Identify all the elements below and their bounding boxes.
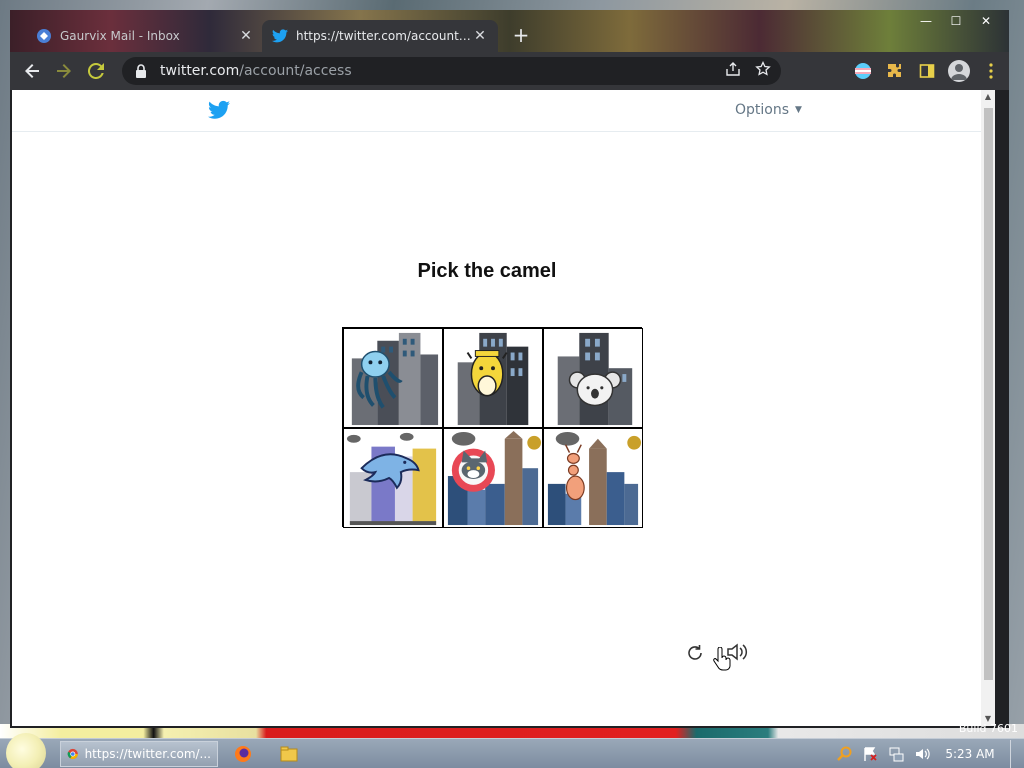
tab-close-icon[interactable]: ✕ — [472, 28, 488, 44]
forward-arrow-icon — [57, 64, 71, 78]
captcha-tile-koala[interactable] — [543, 328, 643, 428]
tab-strip: Gaurvix Mail - Inbox ✕ https://twitter.c… — [10, 10, 1009, 52]
bookmark-star-icon[interactable] — [755, 61, 771, 77]
koala-city-image — [557, 332, 633, 426]
network-icon[interactable] — [888, 746, 904, 762]
tab-close-icon[interactable]: ✕ — [238, 28, 254, 44]
hand-cursor-icon — [713, 647, 731, 671]
captcha-tile-ant[interactable] — [543, 428, 643, 528]
profile-flag-button[interactable] — [851, 56, 875, 86]
captcha-tile-octopus[interactable] — [343, 328, 443, 428]
reload-icon — [88, 63, 104, 79]
url-host: twitter.com — [160, 63, 240, 79]
captcha-tile-dolphin[interactable] — [343, 428, 443, 528]
menu-button[interactable] — [979, 56, 1003, 86]
clock[interactable]: 5:23 AM — [940, 747, 1000, 761]
tab-mail[interactable]: Gaurvix Mail - Inbox ✕ — [26, 20, 264, 52]
refresh-challenge-icon[interactable] — [685, 643, 705, 663]
taskbar-chrome-label: https://twitter.com/... — [84, 747, 211, 761]
tab-twitter[interactable]: https://twitter.com/account/access ✕ — [262, 20, 498, 52]
web-page: Options ▼ Pick the camel ▲ ▼ — [12, 90, 995, 726]
scrollbar-thumb[interactable] — [984, 108, 993, 680]
camel-city-image — [457, 332, 529, 426]
side-panel-icon — [919, 64, 935, 78]
options-label: Options — [735, 102, 790, 118]
twitter-logo-icon[interactable] — [208, 100, 230, 120]
show-desktop-button[interactable] — [1010, 740, 1016, 768]
back-button[interactable] — [16, 56, 48, 86]
extensions-button[interactable] — [883, 56, 907, 86]
kebab-menu-icon — [989, 63, 993, 79]
mail-favicon-icon — [36, 28, 52, 44]
lock-icon — [136, 64, 146, 78]
browser-window: Gaurvix Mail - Inbox ✕ https://twitter.c… — [10, 10, 1009, 728]
puzzle-icon — [888, 64, 901, 77]
profile-button[interactable] — [947, 56, 971, 86]
address-bar[interactable]: twitter.com/account/access — [122, 57, 781, 85]
volume-icon[interactable] — [914, 746, 930, 762]
share-icon[interactable] — [725, 61, 741, 77]
forward-button[interactable] — [48, 56, 80, 86]
new-tab-button[interactable]: + — [510, 24, 532, 46]
start-button[interactable] — [6, 733, 46, 768]
dolphin-city-image — [346, 432, 437, 526]
windows-build-label: Build 7601 — [958, 722, 1018, 735]
close-window-button[interactable]: ✕ — [971, 12, 1001, 30]
octopus-city-image — [351, 332, 439, 426]
caret-down-icon: ▼ — [795, 105, 802, 115]
minimize-button[interactable]: — — [911, 12, 941, 30]
action-center-flag-icon[interactable] — [862, 746, 878, 762]
firefox-icon[interactable] — [234, 745, 252, 763]
challenge-title: Pick the camel — [417, 260, 557, 282]
side-panel-button[interactable] — [915, 56, 939, 86]
ant-city-image — [547, 431, 642, 526]
taskbar: https://twitter.com/... 5:23 AM — [0, 733, 1024, 768]
maximize-button[interactable]: ☐ — [941, 12, 971, 30]
chrome-icon — [67, 748, 78, 760]
taskbar-chrome-button[interactable]: https://twitter.com/... — [60, 741, 218, 767]
page-header: Options ▼ — [12, 90, 995, 132]
tab-title: https://twitter.com/account/access — [296, 29, 472, 43]
captcha-tile-camel[interactable] — [443, 328, 543, 428]
tab-title: Gaurvix Mail - Inbox — [60, 29, 180, 43]
window-controls: — ☐ ✕ — [911, 12, 1001, 30]
avatar-icon — [948, 60, 970, 82]
system-tray: 5:23 AM — [836, 739, 1016, 768]
search-icon[interactable] — [836, 746, 852, 762]
captcha-grid — [342, 327, 643, 528]
twitter-favicon-icon — [272, 28, 288, 44]
browser-toolbar: twitter.com/account/access — [10, 52, 1009, 90]
url-path: /account/access — [239, 63, 352, 79]
captcha-tile-cat[interactable] — [443, 428, 543, 528]
cat-city-image — [447, 430, 542, 526]
vertical-scrollbar[interactable]: ▲ ▼ — [981, 90, 995, 726]
back-arrow-icon — [25, 64, 39, 78]
file-explorer-icon[interactable] — [280, 745, 298, 763]
pride-flag-icon — [855, 63, 871, 79]
scroll-up-icon[interactable]: ▲ — [981, 90, 995, 104]
options-dropdown[interactable]: Options ▼ — [735, 102, 802, 118]
reload-button[interactable] — [80, 56, 112, 86]
